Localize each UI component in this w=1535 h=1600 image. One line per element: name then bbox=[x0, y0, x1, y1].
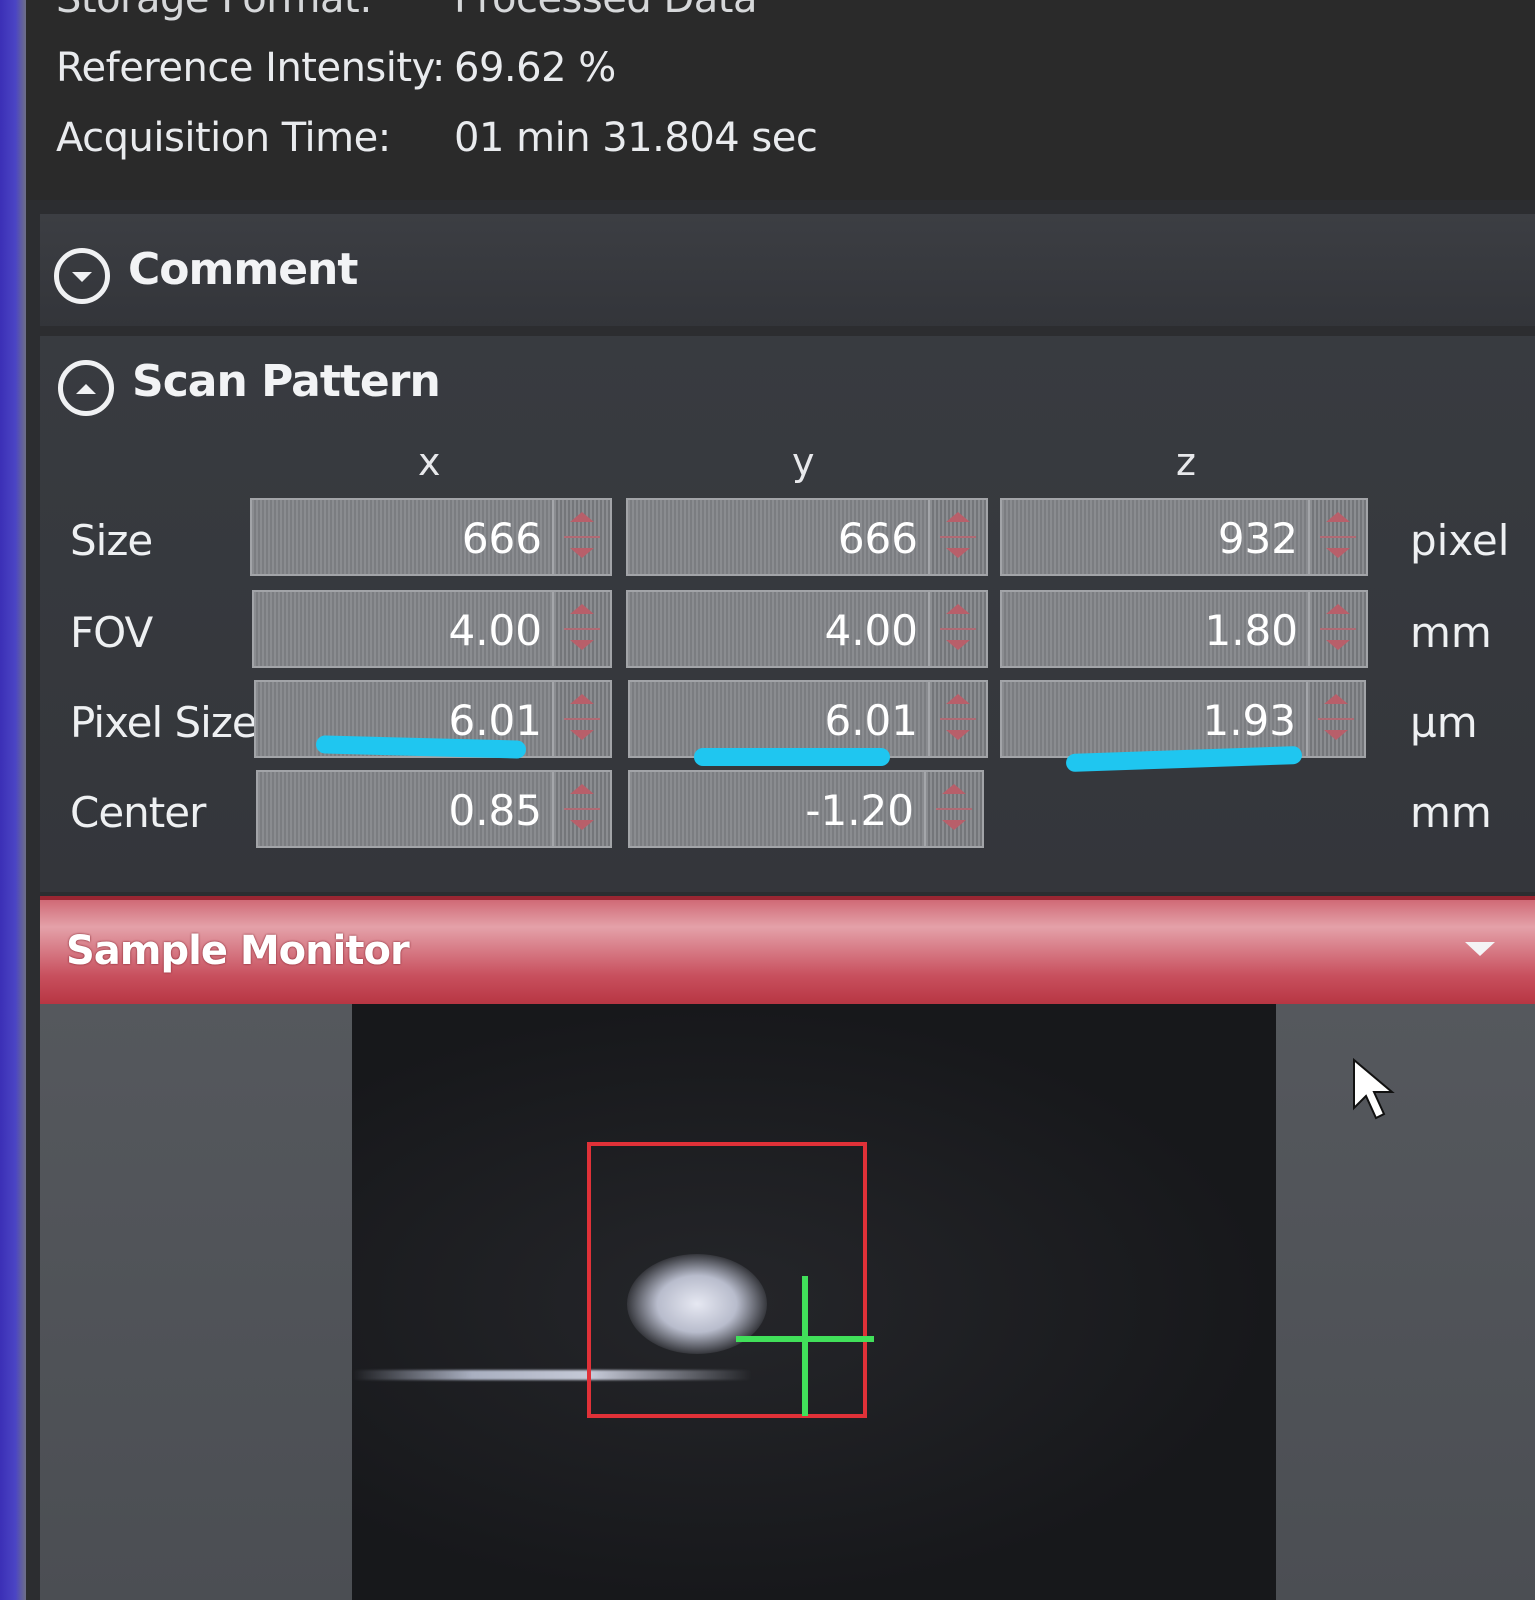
size-z-spinner[interactable] bbox=[1308, 500, 1366, 574]
acquisition-time-value: 01 min 31.804 sec bbox=[454, 115, 818, 161]
center-x-value: 0.85 bbox=[448, 786, 542, 835]
pixel-size-y-field[interactable]: 6.01 bbox=[628, 680, 988, 758]
fov-y-spinner[interactable] bbox=[928, 592, 986, 666]
column-header-z: z bbox=[1176, 440, 1196, 484]
pixel-size-z-spinner[interactable] bbox=[1306, 682, 1364, 756]
pixel-size-unit: µm bbox=[1410, 698, 1478, 747]
fov-x-spinner[interactable] bbox=[552, 592, 610, 666]
pixel-size-x-spinner[interactable] bbox=[552, 682, 610, 756]
comment-title: Comment bbox=[128, 244, 358, 295]
sample-monitor-panel bbox=[40, 1004, 1535, 1600]
acquisition-info-panel: Storage Format: Processed Data Reference… bbox=[26, 0, 1535, 200]
mouse-pointer-icon bbox=[1352, 1057, 1396, 1126]
scan-pattern-title: Scan Pattern bbox=[132, 356, 441, 407]
size-unit: pixel bbox=[1410, 516, 1510, 565]
scan-pattern-section: Scan Pattern x y z Size 666 666 932 pixe… bbox=[40, 336, 1535, 892]
sample-monitor-title: Sample Monitor bbox=[66, 928, 410, 974]
chevron-down-circle-icon[interactable] bbox=[54, 248, 110, 304]
center-y-field[interactable]: -1.20 bbox=[628, 770, 984, 848]
reference-intensity-label: Reference Intensity: bbox=[56, 45, 445, 91]
fov-x-field[interactable]: 4.00 bbox=[252, 590, 612, 668]
center-x-spinner[interactable] bbox=[552, 772, 610, 846]
column-header-y: y bbox=[792, 440, 815, 484]
window-edge bbox=[0, 0, 26, 1600]
center-unit: mm bbox=[1410, 788, 1492, 837]
chevron-up-circle-icon[interactable] bbox=[58, 360, 114, 416]
fov-y-value: 4.00 bbox=[824, 606, 918, 655]
center-y-spinner[interactable] bbox=[924, 772, 982, 846]
scan-region-box[interactable] bbox=[587, 1142, 867, 1418]
storage-format-label: Storage Format: bbox=[56, 0, 373, 22]
fov-label: FOV bbox=[70, 608, 153, 657]
size-y-field[interactable]: 666 bbox=[626, 498, 988, 576]
fov-z-spinner[interactable] bbox=[1308, 592, 1366, 666]
pixel-size-z-field[interactable]: 1.93 bbox=[1000, 680, 1366, 758]
size-x-value: 666 bbox=[461, 514, 542, 563]
pixel-size-y-value: 6.01 bbox=[824, 696, 918, 745]
center-label: Center bbox=[70, 788, 206, 837]
storage-format-value: Processed Data bbox=[454, 0, 757, 22]
size-y-value: 666 bbox=[837, 514, 918, 563]
fov-x-value: 4.00 bbox=[448, 606, 542, 655]
pixel-size-x-value: 6.01 bbox=[448, 696, 542, 745]
column-header-x: x bbox=[418, 440, 441, 484]
highlight-mark-y bbox=[694, 748, 890, 766]
crosshair-vertical bbox=[802, 1276, 808, 1416]
size-x-spinner[interactable] bbox=[552, 500, 610, 574]
chevron-down-icon[interactable] bbox=[1463, 940, 1497, 964]
center-x-field[interactable]: 0.85 bbox=[256, 770, 612, 848]
fov-z-value: 1.80 bbox=[1204, 606, 1298, 655]
size-y-spinner[interactable] bbox=[928, 500, 986, 574]
fov-z-field[interactable]: 1.80 bbox=[1000, 590, 1368, 668]
size-label: Size bbox=[70, 516, 153, 565]
pixel-size-y-spinner[interactable] bbox=[928, 682, 986, 756]
pixel-size-label: Pixel Size bbox=[70, 698, 258, 747]
size-z-field[interactable]: 932 bbox=[1000, 498, 1368, 576]
fov-y-field[interactable]: 4.00 bbox=[626, 590, 988, 668]
pixel-size-z-value: 1.93 bbox=[1202, 696, 1296, 745]
size-z-value: 932 bbox=[1217, 514, 1298, 563]
sample-monitor-header: Sample Monitor bbox=[40, 896, 1535, 1008]
fov-unit: mm bbox=[1410, 608, 1492, 657]
sample-camera-view[interactable] bbox=[352, 1004, 1276, 1600]
acquisition-time-label: Acquisition Time: bbox=[56, 115, 391, 161]
comment-section-header[interactable]: Comment bbox=[40, 214, 1535, 326]
app-screen: Storage Format: Processed Data Reference… bbox=[0, 0, 1535, 1600]
size-x-field[interactable]: 666 bbox=[250, 498, 612, 576]
center-y-value: -1.20 bbox=[805, 786, 914, 835]
reference-intensity-value: 69.62 % bbox=[454, 45, 616, 91]
